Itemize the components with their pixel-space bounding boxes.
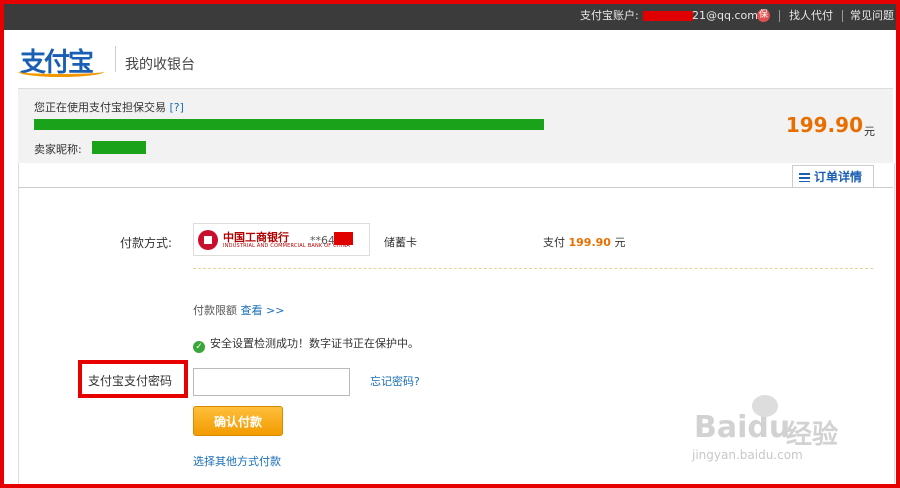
password-input[interactable]	[193, 368, 350, 396]
pay-for-me-link[interactable]: 找人代付	[789, 9, 833, 22]
faq-link[interactable]: 常见问题	[850, 9, 894, 22]
payment-method-label: 付款方式:	[120, 236, 173, 250]
protect-badge-icon: 保	[757, 9, 770, 22]
seller-label: 卖家昵称:	[34, 143, 82, 156]
watermark-url: jingyan.baidu.com	[692, 448, 803, 462]
seller-info: 卖家昵称:	[34, 141, 82, 157]
list-icon	[799, 173, 810, 182]
watermark-cn: 经验	[786, 420, 839, 450]
pay-unit: 元	[614, 236, 626, 249]
card-number: **64	[310, 234, 335, 247]
other-payment-method-link[interactable]: 选择其他方式付款	[193, 453, 281, 469]
divider	[18, 187, 893, 188]
redacted-seller-name	[92, 141, 146, 154]
trade-text: 您正在使用支付宝担保交易	[34, 101, 166, 114]
pay-prefix: 支付	[543, 236, 565, 249]
page-title: 我的收银台	[125, 57, 195, 73]
redacted-card-digits	[334, 232, 353, 245]
total-amount: 199.90	[785, 113, 863, 137]
redacted-item-title	[34, 119, 544, 130]
password-label: 支付宝支付密码	[88, 374, 173, 388]
watermark-bai: Bai	[694, 410, 748, 445]
limit-label: 付款限额	[193, 304, 237, 317]
divider	[115, 46, 116, 72]
watermark-text: Baidu	[694, 410, 790, 445]
divider	[779, 10, 780, 22]
order-details-tab[interactable]: 订单详情	[792, 165, 874, 187]
logo-swoosh-icon	[18, 66, 104, 77]
trade-info: 您正在使用支付宝担保交易 [?]	[34, 99, 184, 115]
view-limit-link[interactable]: 查看 >>	[241, 304, 285, 317]
account-label: 支付宝账户:	[580, 9, 639, 22]
pay-amount: 199.90	[568, 236, 611, 249]
order-summary: 您正在使用支付宝担保交易 [?] 卖家昵称: 199.90 元	[18, 88, 893, 165]
amount-unit: 元	[864, 125, 875, 138]
security-status: ✓ 安全设置检测成功！数字证书正在保护中。	[193, 335, 419, 353]
redacted-account	[643, 11, 693, 21]
card-type: 储蓄卡	[384, 236, 417, 249]
top-bar: 支付宝账户: 21@qq.com 保 找人代付 常见问题	[0, 0, 900, 30]
divider	[842, 10, 843, 22]
security-message: 安全设置检测成功！数字证书正在保护中。	[210, 337, 419, 350]
order-details-label: 订单详情	[814, 170, 863, 184]
dotted-divider	[193, 268, 873, 269]
icbc-logo-icon	[198, 230, 218, 250]
payment-limit: 付款限额 查看 >>	[193, 302, 284, 318]
help-link[interactable]: [?]	[170, 101, 184, 114]
baidu-paw-icon	[752, 395, 778, 417]
confirm-payment-button[interactable]: 确认付款	[193, 406, 283, 436]
check-circle-icon: ✓	[193, 341, 205, 353]
forgot-password-link[interactable]: 忘记密码?	[370, 373, 420, 389]
account-suffix: 21@qq.com	[692, 9, 758, 22]
pay-amount-text: 支付 199.90 元	[543, 234, 625, 250]
